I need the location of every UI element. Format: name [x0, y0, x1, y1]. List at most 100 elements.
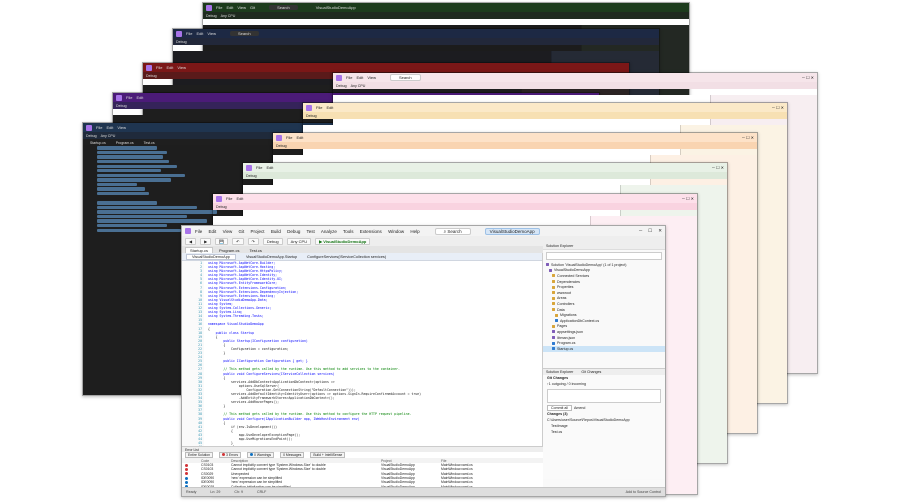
tab-git-changes[interactable]: Git Changes — [581, 370, 601, 374]
search-box[interactable]: Search — [269, 5, 298, 10]
folder-icon — [552, 291, 555, 295]
menu-test[interactable]: Test — [307, 229, 315, 234]
project-icon — [549, 268, 552, 272]
menu-tools[interactable]: Tools — [343, 229, 354, 234]
project-icon — [552, 330, 555, 334]
menu-bar[interactable]: File Edit View — [346, 75, 380, 80]
menu-project[interactable]: Project — [251, 229, 265, 234]
minimize-icon[interactable]: ─ — [639, 228, 642, 234]
commit-all-button[interactable]: Commit all — [547, 405, 572, 411]
menu-bar[interactable]: File Edit — [286, 135, 307, 140]
close-icon[interactable]: ✕ — [658, 228, 662, 234]
redo-icon[interactable]: ↷ — [247, 237, 259, 245]
scope-dropdown[interactable]: Entire Solution — [185, 452, 214, 458]
save-icon[interactable]: 💾 — [215, 237, 229, 245]
status-eol[interactable]: CRLF — [257, 490, 266, 494]
messages-filter[interactable]: 0 Messages — [280, 452, 305, 458]
status-col[interactable]: Ch: 9 — [234, 490, 243, 494]
solution-explorer-title: Solution Explorer — [543, 243, 665, 250]
menu-bar[interactable]: File Edit — [126, 95, 147, 100]
menu-extensions[interactable]: Extensions — [360, 229, 382, 234]
menu-bar[interactable]: File Edit View Git — [216, 5, 259, 10]
commit-message-input[interactable] — [547, 389, 661, 403]
menu-bar[interactable]: File Edit — [226, 196, 247, 201]
code-area[interactable]: 1 2 3 4 5 6 7 8 9 10 11 12 13 14 15 16 17 18 19 20 21 22 23 24 2… — [182, 261, 542, 449]
amend-checkbox[interactable]: Amend — [574, 406, 585, 410]
menu-analyze[interactable]: Analyze — [321, 229, 337, 234]
solution-tree-label: Dependencies — [557, 279, 580, 284]
search-box[interactable]: ⌕ Search — [434, 227, 471, 235]
solution-tree-label: Program.cs — [557, 341, 576, 346]
toolbar[interactable]: Debug Any CPU — [203, 12, 689, 19]
menu-file[interactable]: File — [195, 229, 202, 234]
build-dropdown[interactable]: Build + IntelliSense — [310, 452, 346, 458]
search-box[interactable]: Search — [229, 31, 259, 36]
solution-tree-label: Pages — [557, 324, 568, 329]
solution-tree-label: Data — [557, 307, 565, 312]
warnings-filter[interactable]: 0 Warnings — [247, 452, 275, 458]
add-source-control[interactable]: Add to Source Control — [626, 490, 661, 494]
error-icon — [185, 463, 188, 467]
window-controls[interactable]: ─ ☐ ✕ — [742, 135, 754, 140]
menu-bar[interactable]: File Edit — [256, 165, 277, 170]
menu-git[interactable]: Git — [239, 229, 245, 234]
toolbar[interactable]: Debug — [273, 142, 757, 149]
menu-bar[interactable]: File Edit View — [96, 125, 130, 130]
solution-tree[interactable]: Solution 'VisualStudioDemoApp' (1 of 1 p… — [543, 262, 665, 352]
toolbar[interactable]: Debug — [303, 112, 787, 119]
menu-build[interactable]: Build — [271, 229, 281, 234]
solution-tree-label: Migrations — [560, 313, 577, 318]
errors-filter[interactable]: 3 Errors — [219, 452, 242, 458]
menu-debug[interactable]: Debug — [287, 229, 300, 234]
menu-edit[interactable]: Edit — [209, 229, 217, 234]
title-bar: File Edit ─ ☐ ✕ — [303, 103, 787, 112]
config-dropdown[interactable]: Debug — [262, 237, 283, 245]
menu-bar[interactable]: File Edit View — [186, 31, 220, 36]
nav-class[interactable]: VisualStudioDemoApp.Startup — [246, 255, 297, 259]
tab-solution-explorer[interactable]: Solution Explorer — [546, 370, 573, 374]
ide-window-main[interactable]: File Edit View Git Project Build Debug T… — [181, 225, 666, 497]
back-icon[interactable]: ◀ — [185, 237, 197, 245]
toolbar[interactable]: Debug Any CPU — [333, 82, 817, 89]
menu-view[interactable]: View — [223, 229, 233, 234]
run-button[interactable]: ▶ VisualStudioDemoApp — [315, 237, 371, 245]
csharp-file-icon — [552, 341, 555, 345]
window-controls[interactable]: ─ ☐ ✕ — [639, 228, 662, 234]
title-bar: File Edit ─ ☐ ✕ — [273, 133, 757, 142]
window-controls[interactable]: ─ ☐ ✕ — [712, 165, 724, 170]
code-editor[interactable]: VisualStudioDemoApp VisualStudioDemoApp.… — [182, 253, 543, 449]
menu-bar[interactable]: File Edit View Git Project Build Debug T… — [195, 229, 425, 234]
toolbar[interactable]: Debug — [213, 203, 697, 210]
menu-window[interactable]: Window — [388, 229, 404, 234]
menu-bar[interactable]: File Edit View — [156, 65, 190, 70]
forward-icon[interactable]: ▶ — [200, 237, 212, 245]
menu-bar[interactable]: File Edit — [316, 105, 337, 110]
window-controls[interactable]: ─ ☐ ✕ — [772, 105, 784, 110]
git-branch-status[interactable]: ↑1 outgoing / 0 incoming — [543, 381, 665, 387]
status-line[interactable]: Ln: 29 — [210, 490, 220, 494]
undo-icon[interactable]: ↶ — [232, 237, 244, 245]
menu-help[interactable]: Help — [410, 229, 419, 234]
window-controls[interactable]: ─ ☐ ✕ — [802, 75, 814, 80]
nav-project[interactable]: VisualStudioDemoApp — [186, 253, 236, 260]
platform-dropdown[interactable]: Any CPU — [286, 237, 312, 245]
solution-tree-label: VisualStudioDemoApp — [554, 268, 590, 273]
toolbar[interactable]: Debug — [173, 38, 659, 45]
editor-navigation-bar[interactable]: VisualStudioDemoApp VisualStudioDemoApp.… — [182, 253, 542, 261]
maximize-icon[interactable]: ☐ — [648, 228, 652, 234]
nav-member[interactable]: ConfigureServices(IServiceCollection ser… — [307, 255, 386, 259]
csharp-file-icon — [555, 319, 558, 323]
changed-file[interactable]: Test.cs — [543, 429, 665, 435]
git-changes-panel: Solution Explorer Git Changes Git Change… — [543, 368, 665, 479]
warning-icon — [250, 453, 254, 456]
solution-search-input[interactable] — [546, 252, 662, 260]
code-text[interactable]: using Microsoft.AspNetCore.Builder; using… — [208, 261, 542, 446]
solution-tree-item[interactable]: Startup.cs — [543, 345, 665, 352]
search-box[interactable]: Search — [389, 74, 421, 81]
error-rows[interactable]: CS0103 Cannot implicitly convert type 'Sy… — [182, 463, 543, 489]
window-controls[interactable]: ─ ☐ ✕ — [682, 196, 694, 201]
error-icon — [185, 467, 188, 471]
solution-tree-label: Areas — [557, 296, 567, 301]
solution-tree-label: appsettings.json — [557, 329, 583, 334]
toolbar[interactable]: Debug — [243, 172, 727, 179]
